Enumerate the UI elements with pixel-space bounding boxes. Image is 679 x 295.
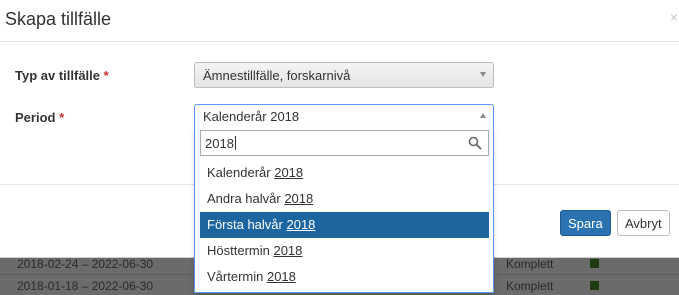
row-date: 2018-01-18 – 2022-06-30	[17, 279, 154, 293]
cancel-button[interactable]: Avbryt	[617, 210, 670, 236]
search-input-text: 2018	[205, 136, 236, 151]
period-select[interactable]: Kalenderår 2018	[194, 104, 494, 128]
period-options-list: Kalenderår 2018 Andra halvår 2018 Första…	[200, 160, 489, 290]
search-icon	[468, 136, 482, 150]
modal-header: Skapa tillfälle ×	[0, 0, 679, 42]
period-label: Period *	[15, 110, 64, 125]
save-button[interactable]: Spara	[560, 210, 611, 236]
modal-title: Skapa tillfälle	[5, 9, 112, 29]
caret-down-icon	[480, 72, 486, 77]
required-marker: *	[59, 110, 65, 125]
period-option[interactable]: Andra halvår 2018	[200, 186, 489, 212]
period-label-text: Period	[15, 110, 56, 125]
caret-up-icon	[480, 113, 486, 118]
type-label-text: Typ av tillfälle	[15, 68, 101, 83]
status-square-icon	[590, 259, 599, 268]
row-status: Komplett	[506, 279, 554, 293]
period-option[interactable]: Vårtermin 2018	[200, 264, 489, 290]
required-marker: *	[103, 68, 109, 83]
row-status: Komplett	[506, 257, 554, 271]
type-label: Typ av tillfälle *	[15, 68, 109, 83]
period-option[interactable]: Första halvår 2018	[200, 212, 489, 238]
type-select-value: Ämnestillfälle, forskarnivå	[203, 68, 351, 83]
period-option[interactable]: Hösttermin 2018	[200, 238, 489, 264]
status-square-icon	[590, 281, 599, 290]
period-search-input[interactable]: 2018	[200, 130, 489, 156]
period-select-value: Kalenderår 2018	[203, 109, 300, 124]
type-select[interactable]: Ämnestillfälle, forskarnivå	[194, 62, 494, 88]
period-dropdown: 2018 Kalenderår 2018 Andra halvår 2018 F…	[194, 128, 494, 293]
period-option[interactable]: Kalenderår 2018	[200, 160, 489, 186]
close-icon[interactable]: ×	[670, 9, 678, 25]
row-date: 2018-02-24 – 2022-06-30	[17, 257, 154, 271]
